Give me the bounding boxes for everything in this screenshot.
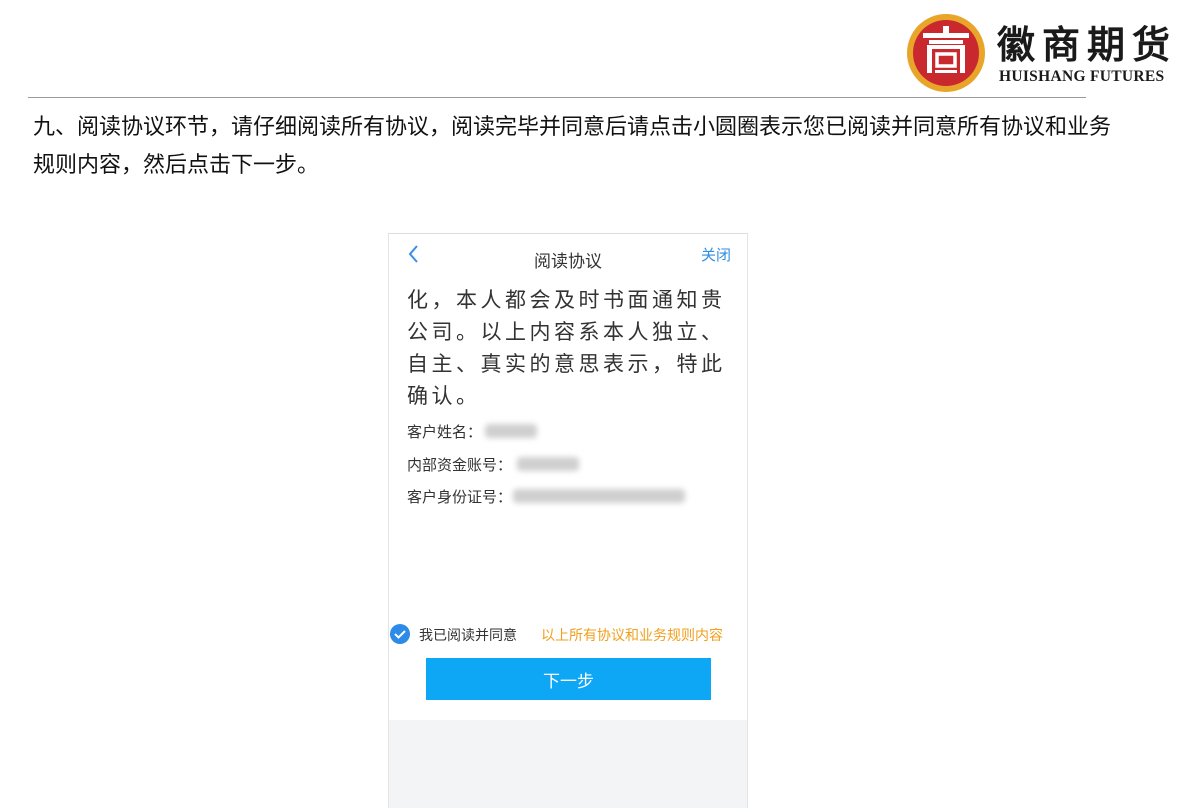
close-button[interactable]: 关闭 <box>701 244 731 265</box>
redacted-name <box>485 424 537 438</box>
agreement-text: 化，本人都会及时书面通知贵公司。以上内容系本人独立、自主、真实的意思表示，特此确… <box>407 288 726 408</box>
agree-row: 我已阅读并同意 以上所有协议和业务规则内容 <box>389 624 747 646</box>
phone-screenshot: 阅读协议 关闭 化，本人都会及时书面通知贵公司。以上内容系本人独立、自主、真实的… <box>388 233 748 808</box>
huishang-logo: 徽商期货 HUISHANG FUTURES <box>905 12 1190 92</box>
nav-bar: 阅读协议 关闭 <box>389 234 747 282</box>
customer-name-field: 客户姓名： <box>407 421 482 442</box>
agree-label: 我已阅读并同意 <box>419 628 517 644</box>
redacted-account <box>517 457 579 471</box>
id-number-field: 客户身份证号： <box>407 486 512 507</box>
brand-name-cn: 徽商期货 <box>997 22 1178 67</box>
agreement-link[interactable]: 以上所有协议和业务规则内容 <box>541 625 723 645</box>
fund-account-field: 内部资金账号： <box>407 454 512 475</box>
id-number-label: 客户身份证号： <box>407 488 513 506</box>
redacted-id-number <box>513 489 685 503</box>
brand-name-en: HUISHANG FUTURES <box>999 68 1165 85</box>
agreement-content: 化，本人都会及时书面通知贵公司。以上内容系本人独立、自主、真实的意思表示，特此确… <box>389 282 747 720</box>
check-circle-icon[interactable] <box>390 624 410 644</box>
page-title: 阅读协议 <box>534 252 602 272</box>
seal-icon <box>907 14 985 92</box>
fund-account-label: 内部资金账号： <box>407 456 513 474</box>
customer-name-label: 客户姓名： <box>407 423 483 441</box>
step-instruction: 九、阅读协议环节，请仔细阅读所有协议，阅读完毕并同意后请点击小圆圈表示您已阅读并… <box>33 115 1112 178</box>
next-step-button[interactable]: 下一步 <box>426 658 711 700</box>
header-divider <box>28 97 1086 98</box>
